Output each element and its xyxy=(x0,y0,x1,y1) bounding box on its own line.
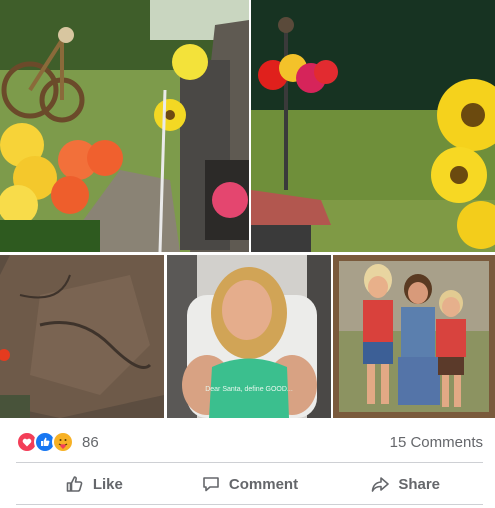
reactions-count: 86 xyxy=(82,433,99,451)
thumbs-up-icon xyxy=(66,476,83,492)
comment-label: Comment xyxy=(228,475,299,493)
share-icon xyxy=(372,477,390,492)
comment-button[interactable]: Comment xyxy=(172,467,328,501)
shirt-text: Dear Santa, define GOOD... xyxy=(205,386,293,393)
care-icon xyxy=(52,431,74,453)
divider-bottom xyxy=(16,504,483,505)
photo-three-children[interactable] xyxy=(333,255,495,418)
photo-memorial-bicycle-flowers[interactable] xyxy=(0,0,249,252)
divider xyxy=(16,462,483,463)
like-button[interactable]: Like xyxy=(16,467,172,501)
post-actions: Like Comment Share xyxy=(16,466,483,502)
photo-rock-with-flower[interactable] xyxy=(0,255,164,418)
like-label: Like xyxy=(92,475,123,493)
photo-roadside-flowers-sunflower[interactable] xyxy=(251,0,495,252)
photo-smiling-woman[interactable]: Dear Santa, define GOOD... xyxy=(167,255,331,418)
reactions-summary[interactable]: 86 xyxy=(16,431,99,453)
share-button[interactable]: Share xyxy=(327,467,483,501)
comments-count-link[interactable]: 15 Comments xyxy=(390,434,483,451)
comment-icon xyxy=(203,477,219,492)
reactions-bar: 86 15 Comments xyxy=(16,428,483,456)
share-label: Share xyxy=(398,475,441,493)
